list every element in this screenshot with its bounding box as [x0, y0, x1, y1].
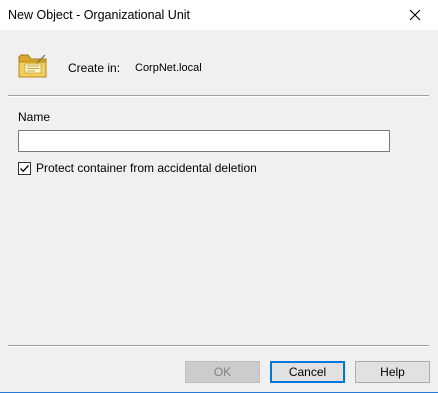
cancel-button[interactable]: Cancel — [270, 361, 345, 383]
title-bar[interactable]: New Object - Organizational Unit — [0, 0, 438, 30]
checkbox-box[interactable] — [18, 161, 31, 175]
create-in-value: CorpNet.local — [135, 62, 202, 74]
name-input[interactable] — [18, 130, 390, 152]
organizational-unit-folder-icon — [18, 54, 47, 78]
top-divider — [8, 95, 429, 97]
protect-from-deletion-label: Protect container from accidental deleti… — [36, 161, 257, 175]
close-x-icon — [409, 9, 421, 21]
protect-from-deletion-checkbox[interactable]: Protect container from accidental deleti… — [18, 160, 257, 176]
ok-button[interactable]: OK — [185, 361, 260, 383]
bottom-divider — [8, 345, 429, 347]
checkmark-icon — [20, 164, 29, 172]
window-title: New Object - Organizational Unit — [8, 8, 191, 22]
close-button[interactable] — [392, 0, 438, 30]
create-in-header: Create in: CorpNet.local — [0, 30, 438, 92]
name-label: Name — [18, 110, 51, 124]
create-in-label: Create in: — [68, 61, 121, 75]
new-object-dialog: New Object - Organizational Unit Create … — [0, 0, 438, 393]
help-button[interactable]: Help — [355, 361, 430, 383]
